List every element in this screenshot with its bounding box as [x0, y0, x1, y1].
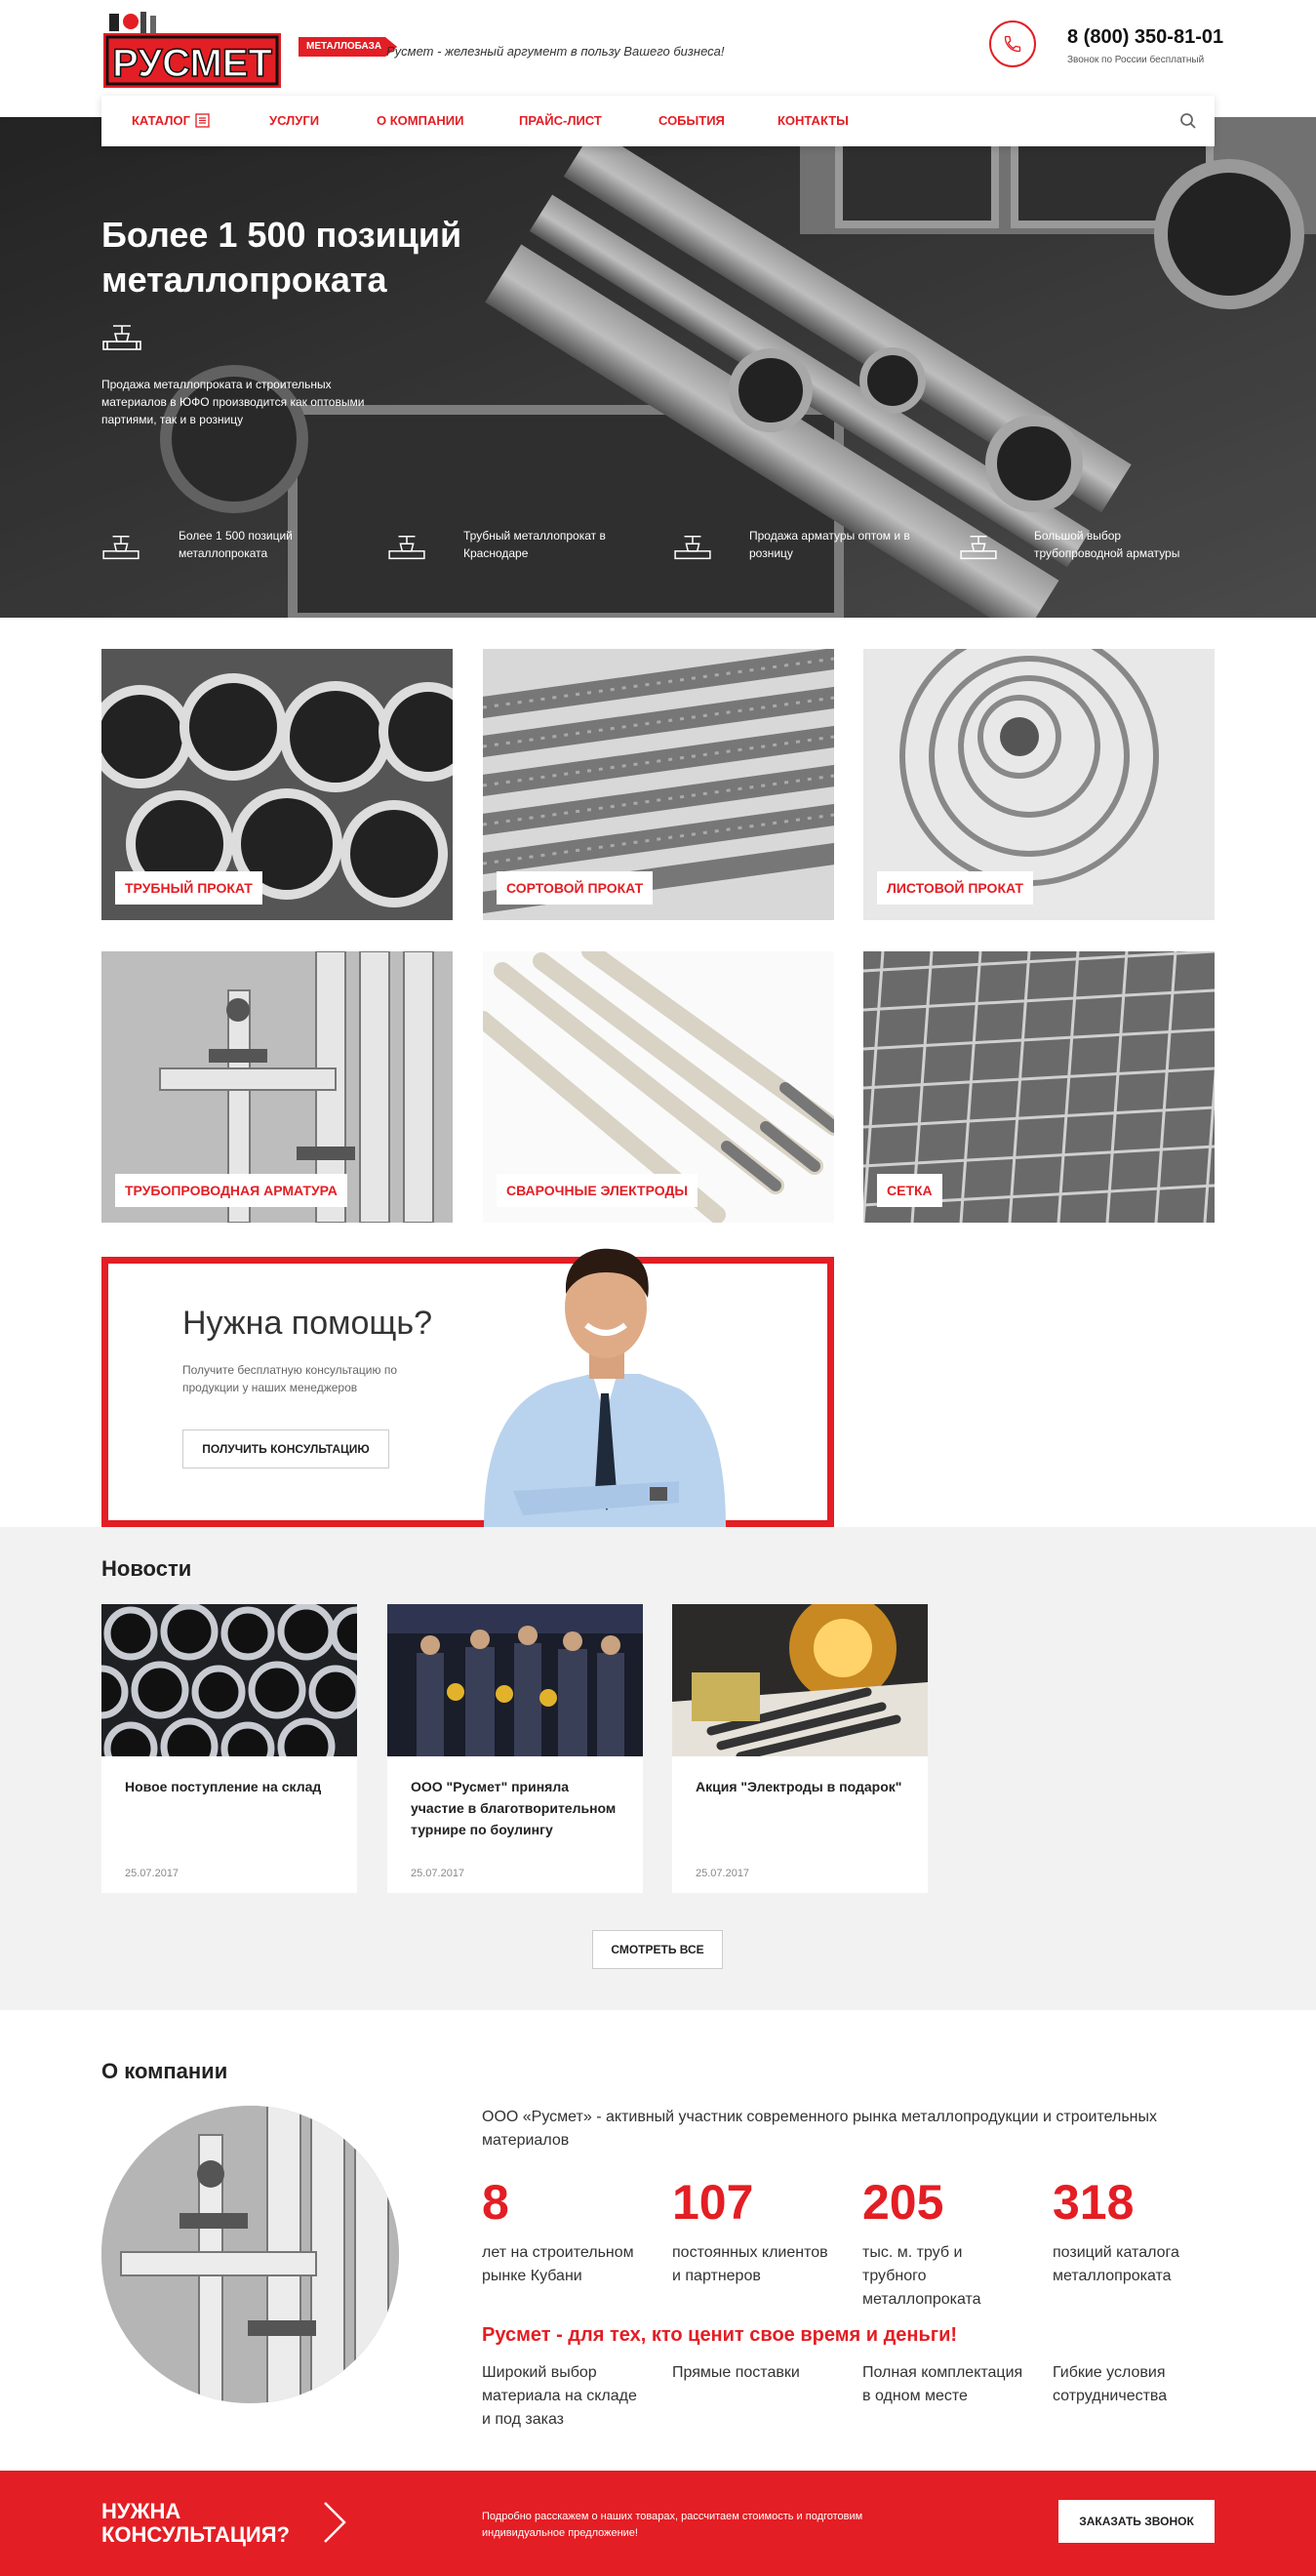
phone-note: Звонок по России бесплатный: [1067, 55, 1205, 65]
news-card[interactable]: Новое поступление на склад 25.07.2017: [101, 1604, 357, 1893]
catalog-label: ТРУБНЫЙ ПРОКАТ: [115, 871, 262, 905]
catalog-label: СЕТКА: [877, 1174, 942, 1207]
news-title[interactable]: Акция "Электроды в подарок": [696, 1776, 910, 1797]
news-heading: Новости: [101, 1556, 192, 1581]
news-image: [101, 1604, 357, 1776]
nav-item-pricelist[interactable]: ПРАЙС-ЛИСТ: [519, 113, 602, 128]
news-title[interactable]: ООО "Русмет" приняла участие в благотвор…: [411, 1776, 625, 1840]
nav-item-about[interactable]: О КОМПАНИИ: [377, 113, 463, 128]
advantage: Гибкие условия сотрудничества: [1053, 2364, 1168, 2404]
news-date: 25.07.2017: [696, 1868, 750, 1879]
hero-feature: Трубный металлопрокат в Краснодаре: [463, 529, 606, 560]
hero: Более 1 500 позиций металлопроката Прода…: [0, 117, 1316, 618]
valve-icon: [388, 536, 425, 560]
nav-item-catalog[interactable]: КАТАЛОГ: [132, 113, 190, 128]
valve-icon: [674, 536, 711, 560]
get-consultation-button[interactable]: ПОЛУЧИТЬ КОНСУЛЬТАЦИЮ: [182, 1429, 389, 1469]
valve-icon: [102, 536, 140, 560]
consultation-footer: НУЖНА КОНСУЛЬТАЦИЯ? Подробно расскажем о…: [0, 2471, 1316, 2576]
nav-item-services[interactable]: УСЛУГИ: [269, 113, 319, 128]
help-text: Получите бесплатную консультацию по прод…: [182, 1363, 397, 1394]
stat-number: 107: [672, 2175, 754, 2230]
stat-text: позиций каталога металлопроката: [1053, 2244, 1179, 2284]
stat-text: постоянных клиентов и партнеров: [672, 2244, 828, 2284]
hero-feature: Большой выбор трубопроводной арматуры: [1034, 529, 1180, 560]
catalog-card-valves[interactable]: ТРУБОПРОВОДНАЯ АРМАТУРА: [101, 951, 453, 1223]
stat-number: 318: [1053, 2175, 1135, 2230]
catalog-card-long-products[interactable]: СОРТОВОЙ ПРОКАТ: [483, 649, 834, 920]
valve-icon: [102, 325, 141, 350]
news-card[interactable]: Акция "Электроды в подарок" 25.07.2017: [672, 1604, 928, 1893]
slogan: Русмет - для тех, кто ценит свое время и…: [482, 2324, 958, 2346]
phone-icon: [1004, 35, 1021, 53]
badge: МЕТАЛЛОБАЗА: [299, 37, 398, 57]
news-card[interactable]: ООО "Русмет" приняла участие в благотвор…: [387, 1604, 643, 1893]
catalog-label: СОРТОВОЙ ПРОКАТ: [497, 871, 654, 905]
phone-button[interactable]: [989, 20, 1036, 67]
news-image: [672, 1604, 928, 1761]
nav-item-events[interactable]: СОБЫТИЯ: [658, 113, 725, 128]
footer-text: Подробно расскажем о наших товарах, расс…: [482, 2511, 863, 2539]
advantage: Прямые поставки: [672, 2364, 800, 2381]
catalog-label: ЛИСТОВОЙ ПРОКАТ: [877, 871, 1033, 905]
logo-text: РУСМЕТ: [112, 42, 272, 85]
about-heading: О компании: [101, 2059, 228, 2083]
order-call-button[interactable]: ЗАКАЗАТЬ ЗВОНОК: [1058, 2500, 1215, 2543]
stat-number: 205: [862, 2175, 944, 2230]
manager-photo: [484, 1248, 726, 1527]
footer-title: НУЖНА КОНСУЛЬТАЦИЯ?: [101, 2499, 290, 2547]
stat-number: 8: [482, 2175, 509, 2230]
catalog-card-electrodes[interactable]: СВАРОЧНЫЕ ЭЛЕКТРОДЫ: [483, 951, 834, 1223]
phone-number[interactable]: 8 (800) 350-81-01: [1067, 26, 1223, 49]
catalog-label: ТРУБОПРОВОДНАЯ АРМАТУРА: [115, 1174, 347, 1207]
search-icon[interactable]: [1179, 112, 1197, 130]
news-date: 25.07.2017: [125, 1868, 179, 1879]
view-all-news-button[interactable]: СМОТРЕТЬ ВСЕ: [592, 1930, 723, 1969]
valve-icon: [960, 536, 997, 560]
hero-feature: Более 1 500 позиций металлопроката: [179, 529, 293, 560]
hero-description: Продажа металлопроката и строительных ма…: [101, 378, 365, 426]
about-image: [101, 2106, 399, 2403]
main-nav: КАТАЛОГ УСЛУГИ О КОМПАНИИ ПРАЙС-ЛИСТ СОБ…: [101, 96, 1215, 146]
advantage: Полная комплектация в одном месте: [862, 2364, 1023, 2404]
logo[interactable]: РУСМЕТ: [101, 8, 283, 90]
news-date: 25.07.2017: [411, 1868, 465, 1879]
hero-feature: Продажа арматуры оптом и в розницу: [749, 529, 910, 560]
page: РУСМЕТ МЕТАЛЛОБАЗА Русмет - железный арг…: [0, 0, 1316, 2576]
arrow-right-icon: [324, 2502, 346, 2543]
stat-text: лет на строительном рынке Кубани: [482, 2244, 634, 2284]
about-lead: ООО «Русмет» - активный участник совреме…: [482, 2109, 1157, 2149]
catalog-icon[interactable]: [195, 113, 210, 128]
catalog-card-sheet[interactable]: ЛИСТОВОЙ ПРОКАТ: [863, 649, 1215, 920]
news-section: Новости Новое поступление на склад 25.07…: [0, 1527, 1316, 2010]
stat-text: тыс. м. труб и трубного металлопроката: [862, 2244, 981, 2308]
help-title: Нужна помощь?: [182, 1305, 433, 1342]
advantage: Широкий выбор материала на складе и под …: [482, 2364, 637, 2428]
catalog-card-pipes[interactable]: ТРУБНЫЙ ПРОКАТ: [101, 649, 453, 920]
hero-title: Более 1 500 позиций металлопроката: [101, 215, 462, 300]
nav-item-contacts[interactable]: КОНТАКТЫ: [778, 113, 849, 128]
tagline: Русмет - железный аргумент в пользу Ваше…: [386, 44, 725, 59]
news-image: [387, 1604, 643, 1756]
catalog-card-mesh[interactable]: СЕТКА: [863, 951, 1215, 1223]
catalog-label: СВАРОЧНЫЕ ЭЛЕКТРОДЫ: [497, 1174, 698, 1207]
news-title[interactable]: Новое поступление на склад: [125, 1776, 339, 1797]
